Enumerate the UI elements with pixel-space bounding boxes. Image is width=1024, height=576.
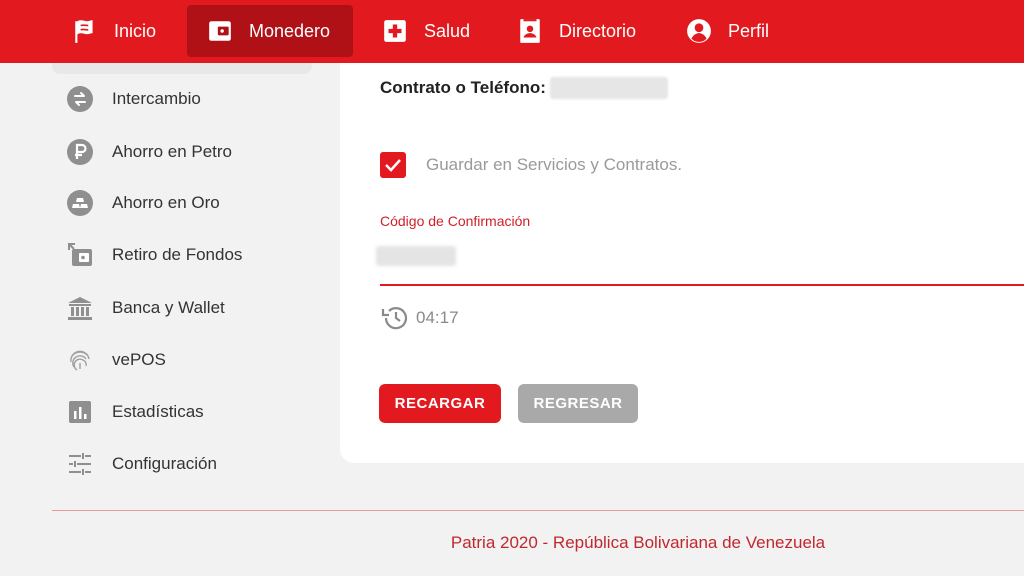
bank-icon (66, 294, 94, 322)
sidebar-item-label: Banca y Wallet (112, 298, 225, 317)
sidebar (0, 63, 340, 503)
sidebar-item-vepos[interactable]: vePOS (66, 345, 166, 375)
save-contract-label: Guardar en Servicios y Contratos. (426, 155, 683, 174)
sidebar-item-label: vePOS (112, 350, 166, 369)
sidebar-item-label: Estadísticas (112, 402, 204, 421)
sidebar-item-banca-wallet[interactable]: Banca y Wallet (66, 293, 225, 323)
stats-icon (66, 398, 94, 426)
top-nav-bar: Inicio Monedero Salud Directorio Perfil (0, 0, 1024, 63)
footer-divider (52, 510, 1024, 511)
contract-label: Contrato o Teléfono: (380, 78, 546, 97)
contract-value-redacted (549, 77, 668, 99)
sidebar-item-ahorro-petro[interactable]: Ahorro en Petro (66, 137, 232, 167)
nav-item-label: Salud (424, 20, 471, 41)
wallet-icon (207, 18, 233, 44)
settings-sliders-icon (66, 450, 94, 478)
checkmark-icon (385, 159, 401, 172)
sidebar-item-label: Retiro de Fondos (112, 245, 243, 264)
gold-icon (66, 189, 94, 217)
sidebar-item-ahorro-oro[interactable]: Ahorro en Oro (66, 188, 220, 218)
contact-book-icon (517, 18, 543, 44)
health-cross-icon (382, 18, 408, 44)
sidebar-item-configuracion[interactable]: Configuración (66, 449, 217, 479)
sidebar-item-label: Ahorro en Oro (112, 193, 220, 212)
confirmation-code-label: Código de Confirmación (380, 213, 531, 229)
nav-item-inicio[interactable]: Inicio (60, 5, 170, 57)
petro-icon (66, 138, 94, 166)
nav-item-monedero[interactable]: Monedero (187, 5, 353, 57)
nav-item-label: Directorio (559, 20, 637, 41)
save-contract-row[interactable]: Guardar en Servicios y Contratos. (380, 152, 682, 178)
nav-item-label: Monedero (249, 20, 331, 41)
nav-item-salud[interactable]: Salud (370, 5, 480, 57)
exchange-icon (66, 85, 94, 113)
sidebar-item-label: Ahorro en Petro (112, 142, 233, 161)
nav-item-label: Inicio (114, 20, 157, 41)
history-icon (381, 307, 408, 330)
confirmation-code-input[interactable] (376, 246, 456, 266)
sidebar-item-intercambio[interactable]: Intercambio (66, 84, 201, 114)
flag-icon (72, 18, 98, 44)
save-contract-checkbox[interactable] (380, 152, 406, 178)
back-button[interactable]: REGRESAR (518, 384, 638, 423)
confirmation-code-underline (380, 284, 1024, 286)
sidebar-item-label: Configuración (112, 454, 217, 473)
nav-item-directorio[interactable]: Directorio (505, 5, 655, 57)
sidebar-item-retiro-fondos[interactable]: Retiro de Fondos (66, 240, 242, 270)
timer-value: 04:17 (416, 308, 459, 327)
reload-button[interactable]: RECARGAR (379, 384, 501, 423)
recharge-form-card: Contrato o Teléfono: Guardar en Servicio… (340, 63, 1024, 463)
user-icon (686, 18, 712, 44)
sidebar-item-estadisticas[interactable]: Estadísticas (66, 397, 204, 427)
nav-item-perfil[interactable]: Perfil (674, 5, 784, 57)
fingerprint-icon (66, 346, 94, 374)
sidebar-item-label: Intercambio (112, 89, 201, 108)
countdown-timer: 04:17 (380, 303, 459, 333)
withdraw-icon (66, 241, 94, 269)
nav-item-label: Perfil (728, 20, 770, 41)
contract-row: Contrato o Teléfono: (380, 77, 668, 99)
footer-text: Patria 2020 - República Bolivariana de V… (450, 533, 826, 552)
